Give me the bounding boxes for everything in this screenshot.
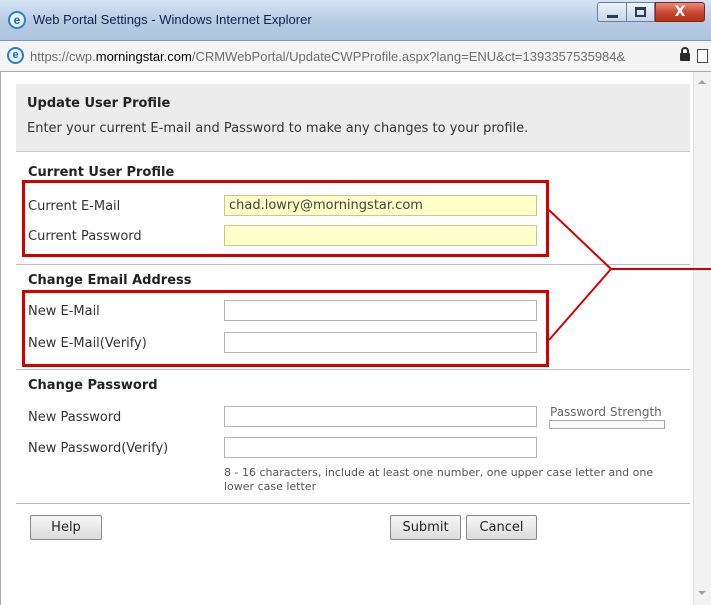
cancel-button[interactable]: Cancel: [466, 515, 537, 540]
help-button[interactable]: Help: [30, 515, 102, 540]
minimize-button[interactable]: [597, 2, 627, 22]
current-email-field[interactable]: chad.lowry@morningstar.com: [224, 195, 537, 216]
page-title: Update User Profile: [27, 96, 171, 111]
maximize-icon: [635, 7, 646, 17]
verify-password-label: New Password(Verify): [28, 441, 169, 456]
current-password-field[interactable]: [224, 225, 537, 246]
close-button[interactable]: X: [655, 2, 705, 22]
url-path: /CRMWebPortal/UpdateCWPProfile.aspx?lang…: [191, 49, 626, 64]
window-title-bar: e Web Portal Settings - Windows Internet…: [0, 0, 711, 41]
window-title: Web Portal Settings - Windows Internet E…: [33, 12, 312, 27]
address-bar[interactable]: e https://cwp.morningstar.com/CRMWebPort…: [0, 41, 711, 72]
maximize-button[interactable]: [627, 2, 655, 22]
password-requirements-hint: 8 - 16 characters, include at least one …: [224, 466, 654, 493]
submit-button[interactable]: Submit: [390, 515, 461, 540]
change-password-heading: Change Password: [28, 378, 158, 393]
new-email-label: New E-Mail: [28, 304, 100, 319]
new-password-label: New Password: [28, 410, 122, 425]
section-divider: [16, 503, 690, 504]
lock-icon[interactable]: [680, 47, 690, 61]
url-prefix: https://cwp.: [30, 49, 96, 64]
url-host: morningstar.com: [95, 49, 192, 64]
page-favicon-icon: e: [7, 47, 24, 64]
section-divider: [16, 264, 690, 265]
verify-email-label: New E-Mail(Verify): [28, 336, 147, 351]
url-text[interactable]: https://cwp.morningstar.com/CRMWebPortal…: [30, 49, 684, 65]
section-divider: [16, 369, 690, 370]
internet-explorer-icon: e: [8, 11, 26, 29]
vertical-scrollbar[interactable]: [693, 72, 711, 605]
scroll-down-icon[interactable]: [698, 591, 706, 595]
verify-email-field[interactable]: [224, 332, 537, 353]
profile-header: Update User Profile Enter your current E…: [16, 84, 690, 152]
current-password-label: Current Password: [28, 229, 142, 244]
new-password-field[interactable]: [224, 406, 537, 427]
scroll-up-icon[interactable]: [698, 80, 706, 84]
current-profile-heading: Current User Profile: [28, 165, 175, 180]
page-description: Enter your current E-mail and Password t…: [27, 121, 529, 136]
change-email-heading: Change Email Address: [28, 273, 192, 288]
password-strength-label: Password Strength: [550, 405, 662, 419]
current-email-label: Current E-Mail: [28, 199, 121, 214]
page-icon[interactable]: [697, 49, 708, 63]
verify-password-field[interactable]: [224, 437, 537, 458]
new-email-field[interactable]: [224, 300, 537, 321]
minimize-icon: [607, 15, 618, 18]
password-strength-meter: [549, 420, 665, 429]
